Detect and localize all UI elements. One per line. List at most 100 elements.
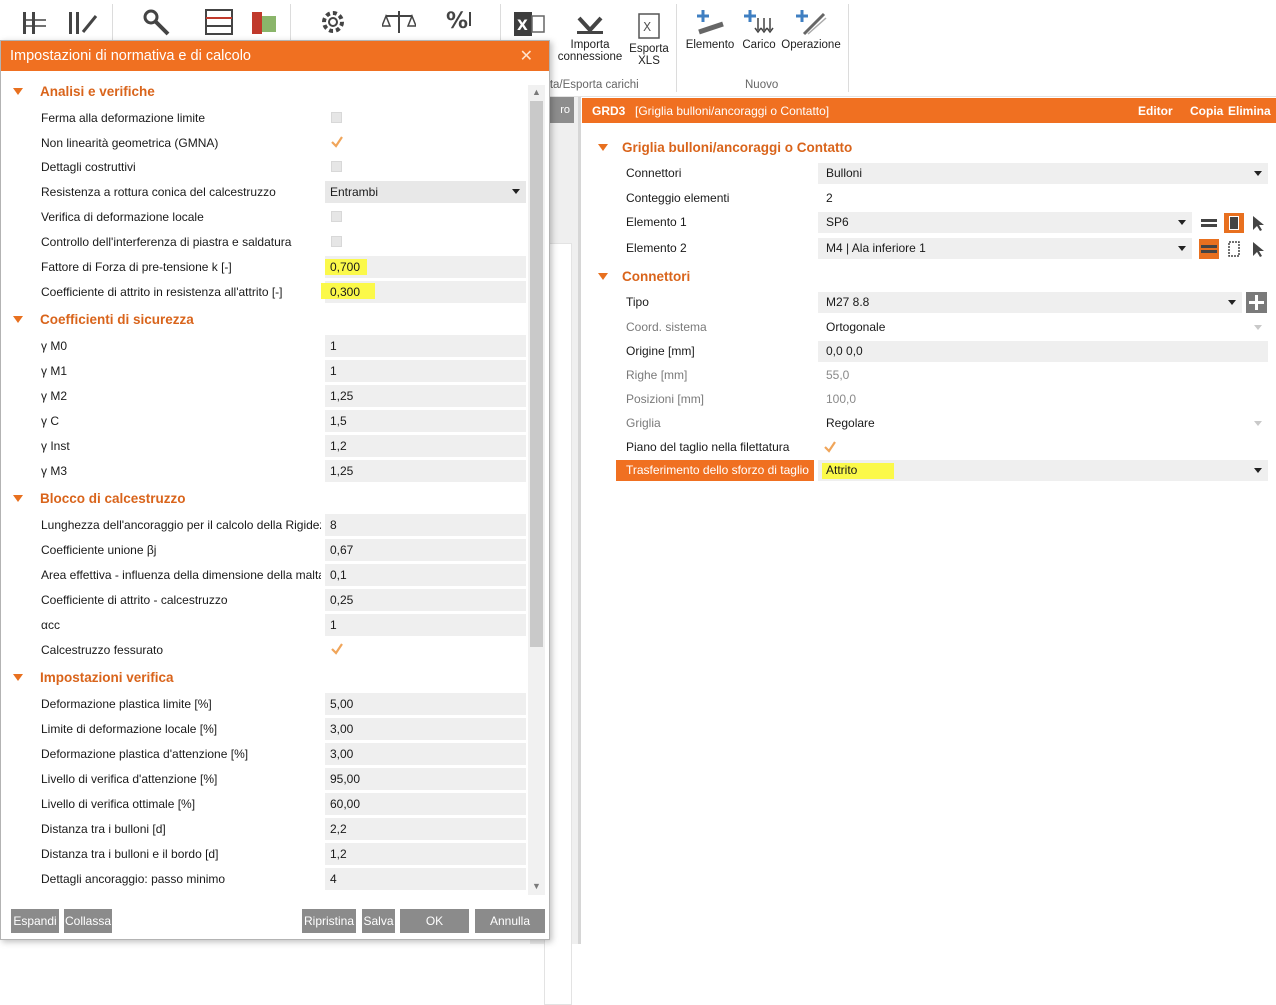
section-analisi-header[interactable]: Analisi e verifiche <box>13 84 155 99</box>
fattore-input[interactable]: 0,700 <box>325 256 526 278</box>
collapse-button[interactable]: Collassa <box>64 909 112 933</box>
prop-row-griglia: Griglia Regolare <box>616 413 1268 434</box>
lunghezza-ancoraggio-input[interactable]: 8 <box>325 514 526 536</box>
panel-splitter[interactable] <box>578 97 581 944</box>
scale-icon <box>382 11 416 33</box>
pick-cursor-icon[interactable] <box>1248 214 1266 232</box>
expand-button[interactable]: Espandi <box>11 909 59 933</box>
tipo-select[interactable]: M27 8.8 <box>818 292 1242 313</box>
connettori-select[interactable]: Bulloni <box>818 163 1268 184</box>
export-xls-button[interactable]: X Esporta XLS <box>627 12 671 67</box>
prop-row-connettori: Connettori Bulloni <box>616 163 1268 184</box>
area-effettiva-input[interactable]: 0,1 <box>325 564 526 586</box>
fessurato-checkbox[interactable] <box>325 639 526 661</box>
row-gamma-c: γ C 1,5 <box>33 410 526 432</box>
dropdown-arrow-icon <box>1178 246 1186 251</box>
connection-face-icon[interactable] <box>1224 213 1244 233</box>
gamma-m3-input[interactable]: 1,25 <box>325 460 526 482</box>
reset-button[interactable]: Ripristina <box>302 909 356 933</box>
import-connection-button[interactable]: Importa connessione <box>556 14 624 63</box>
add-bolt-icon[interactable] <box>1246 292 1267 313</box>
ribbon-edit-tool[interactable] <box>66 10 100 39</box>
ribbon-code-tool[interactable] <box>382 8 416 39</box>
section-grid-header[interactable]: Griglia bulloni/ancoraggi o Contatto <box>598 140 852 155</box>
copy-button[interactable]: Copia <box>1190 104 1223 118</box>
section-sicurezza-header[interactable]: Coefficienti di sicurezza <box>13 312 194 327</box>
new-operation-button[interactable]: Operazione <box>780 8 842 51</box>
section-title: Griglia bulloni/ancoraggi o Contatto <box>622 140 853 155</box>
close-icon[interactable]: ✕ <box>520 46 533 66</box>
ok-button[interactable]: OK <box>400 909 469 933</box>
connection-edge-icon[interactable] <box>1199 239 1219 259</box>
gamma-m2-input[interactable]: 1,25 <box>325 385 526 407</box>
row-label: Distanza tra i bulloni [d] <box>41 822 166 836</box>
distanza-bordo-input[interactable]: 1,2 <box>325 843 526 865</box>
editor-button[interactable]: Editor <box>1138 104 1173 118</box>
scroll-up-icon[interactable]: ▲ <box>532 87 541 97</box>
attrito-calcestruzzo-input[interactable]: 0,25 <box>325 589 526 611</box>
gamma-inst-input[interactable]: 1,2 <box>325 435 526 457</box>
connection-face-icon[interactable] <box>1225 240 1243 258</box>
interferenza-checkbox[interactable] <box>325 231 526 253</box>
pick-cursor-icon[interactable] <box>1248 240 1266 258</box>
ribbon-excel-import[interactable]: X <box>512 10 548 41</box>
select-value: M27 8.8 <box>826 295 870 309</box>
ribbon-abacus-tool[interactable] <box>204 8 238 39</box>
delete-button[interactable]: Elimina <box>1228 104 1271 118</box>
attrito-input[interactable]: 0,300 <box>321 281 526 303</box>
cancel-button[interactable]: Annulla <box>475 909 545 933</box>
deformazione-locale-checkbox[interactable] <box>325 206 526 228</box>
section-connectors-header[interactable]: Connettori <box>598 269 690 284</box>
conteggio-input[interactable]: 2 <box>818 188 1268 209</box>
dialog-scrollbar[interactable]: ▲ ▼ <box>528 85 545 895</box>
new-load-button[interactable]: Carico <box>740 8 778 51</box>
scrollbar-thumb[interactable] <box>530 101 543 647</box>
deformazione-attenzione-input[interactable]: 3,00 <box>325 743 526 765</box>
connection-edge-icon[interactable] <box>1200 214 1218 232</box>
row-limite-deformazione-locale: Limite di deformazione locale [%] 3,00 <box>33 718 526 740</box>
new-operation-icon <box>796 10 827 36</box>
dropdown-arrow-icon <box>1178 220 1186 225</box>
gamma-m1-input[interactable]: 1 <box>325 360 526 382</box>
prop-label: Trasferimento dello sforzo di taglio <box>626 463 809 477</box>
righe-input: 55,0 <box>818 365 1268 386</box>
dialog-titlebar[interactable]: Impostazioni di normativa e di calcolo ✕ <box>1 41 549 71</box>
livello-ottimale-input[interactable]: 60,00 <box>325 793 526 815</box>
trasferimento-select[interactable]: Attrito <box>818 460 1268 481</box>
resistenza-select[interactable]: Entrambi <box>325 181 526 203</box>
passo-minimo-input[interactable]: 4 <box>325 868 526 890</box>
section-calcestruzzo-header[interactable]: Blocco di calcestruzzo <box>13 491 186 506</box>
ferma-checkbox[interactable] <box>325 107 526 129</box>
limite-deformazione-locale-input[interactable]: 3,00 <box>325 718 526 740</box>
row-label: αcc <box>41 618 60 632</box>
origine-input[interactable]: 0,0 0,0 <box>818 341 1268 362</box>
ribbon-check-tool[interactable] <box>248 8 282 39</box>
section-verifica-header[interactable]: Impostazioni verifica <box>13 670 174 685</box>
griglia-select: Regolare <box>818 413 1268 434</box>
export-xls-label: Esporta XLS <box>629 43 669 67</box>
ribbon-members-tool[interactable] <box>20 10 54 39</box>
collapse-triangle-icon <box>13 674 23 681</box>
gmna-checkbox[interactable] <box>325 132 526 154</box>
scroll-down-icon[interactable]: ▼ <box>532 881 541 891</box>
item-id: GRD3 <box>592 104 626 118</box>
ribbon-settings-tool[interactable] <box>140 8 174 39</box>
gamma-c-input[interactable]: 1,5 <box>325 410 526 432</box>
save-button[interactable]: Salva <box>362 909 395 933</box>
distanza-bulloni-input[interactable]: 2,2 <box>325 818 526 840</box>
dettagli-checkbox[interactable] <box>325 156 526 178</box>
ribbon-config-tool[interactable] <box>316 8 350 39</box>
deformazione-plastica-limite-input[interactable]: 5,00 <box>325 693 526 715</box>
livello-attenzione-input[interactable]: 95,00 <box>325 768 526 790</box>
import-connection-label: Importa connessione <box>557 39 623 63</box>
gamma-m0-input[interactable]: 1 <box>325 335 526 357</box>
alpha-cc-input[interactable]: 1 <box>325 614 526 636</box>
new-element-button[interactable]: Elemento <box>684 8 736 51</box>
coefficiente-unione-input[interactable]: 0,67 <box>325 539 526 561</box>
piano-checkbox[interactable] <box>818 437 1268 458</box>
elemento1-select[interactable]: SP6 <box>818 212 1192 233</box>
select-value: M4 | Ala inferiore 1 <box>826 241 926 255</box>
elemento2-select[interactable]: M4 | Ala inferiore 1 <box>818 238 1192 259</box>
ribbon-percent-tool[interactable]: % <box>444 6 478 39</box>
row-label: Ferma alla deformazione limite <box>41 111 206 125</box>
